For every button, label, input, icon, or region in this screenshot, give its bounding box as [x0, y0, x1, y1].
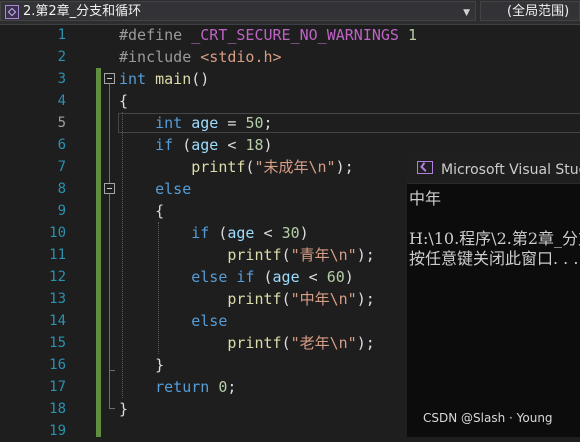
- code-line[interactable]: else: [119, 178, 191, 200]
- fold-end: [109, 370, 115, 371]
- project-icon: [5, 5, 19, 19]
- project-dropdown[interactable]: 2.第2章_分支和循环 ▼: [0, 1, 476, 21]
- change-tracking-bar: [96, 68, 101, 437]
- line-number: 1: [57, 27, 66, 43]
- line-number: 11: [49, 247, 66, 263]
- line-number-current: 5: [57, 115, 66, 131]
- line-number: 3: [57, 71, 66, 87]
- console-output-line: H:\10.程序\2.第2章_分支和循环: [409, 229, 580, 248]
- code-line[interactable]: return 0;: [119, 376, 236, 398]
- vs-console-icon: [417, 161, 433, 174]
- line-number: 18: [49, 401, 66, 417]
- code-line[interactable]: #include <stdio.h>: [119, 46, 282, 68]
- code-line[interactable]: printf("中年\n");: [119, 288, 374, 310]
- console-output-line: 中年: [409, 189, 442, 208]
- line-number: 16: [49, 357, 66, 373]
- fold-collapse-icon[interactable]: [104, 183, 115, 194]
- console-title: Microsoft Visual Studio 调试控制台: [441, 162, 580, 178]
- code-line[interactable]: int age = 50;: [119, 112, 272, 134]
- code-line[interactable]: {: [119, 200, 164, 222]
- line-number: 2: [57, 49, 66, 65]
- code-line[interactable]: if (age < 30): [119, 222, 308, 244]
- watermark: CSDN @Slash · Young: [423, 411, 553, 425]
- code-line[interactable]: }: [119, 354, 164, 376]
- code-line[interactable]: printf("青年\n");: [119, 244, 374, 266]
- code-line[interactable]: int main(): [119, 68, 209, 90]
- line-number: 7: [57, 159, 66, 175]
- code-line[interactable]: }: [119, 398, 128, 420]
- code-line[interactable]: #define _CRT_SECURE_NO_WARNINGS 1: [119, 24, 417, 46]
- console-title-bar[interactable]: Microsoft Visual Studio 调试控制台: [407, 153, 580, 184]
- fold-line: [109, 194, 110, 370]
- project-label: 2.第2章_分支和循环: [23, 4, 142, 19]
- code-line[interactable]: else: [119, 310, 227, 332]
- code-line[interactable]: {: [119, 90, 128, 112]
- console-output-line: 按任意键关闭此窗口. . .: [409, 249, 579, 268]
- fold-end: [109, 408, 115, 409]
- line-number: 15: [49, 335, 66, 351]
- code-line[interactable]: printf("老年\n");: [119, 332, 374, 354]
- code-line[interactable]: else if (age < 60): [119, 266, 354, 288]
- line-number: 8: [57, 181, 66, 197]
- line-number: 9: [57, 203, 66, 219]
- line-number: 13: [49, 291, 66, 307]
- navigation-bar: 2.第2章_分支和循环 ▼ (全局范围): [0, 0, 580, 25]
- line-number: 10: [49, 225, 66, 241]
- line-number: 12: [49, 269, 66, 285]
- line-number: 6: [57, 137, 66, 153]
- line-number: 19: [49, 423, 66, 439]
- code-line[interactable]: if (age < 18): [119, 134, 272, 156]
- line-number: 4: [57, 93, 66, 109]
- scope-label: (全局范围): [507, 4, 570, 19]
- scope-dropdown[interactable]: (全局范围): [480, 1, 580, 21]
- dropdown-arrow-icon[interactable]: ▼: [463, 3, 470, 23]
- line-number: 14: [49, 313, 66, 329]
- line-number: 17: [49, 379, 66, 395]
- debug-console-window[interactable]: Microsoft Visual Studio 调试控制台 中年 H:\10.程…: [407, 153, 580, 437]
- code-line[interactable]: printf("未成年\n");: [119, 156, 353, 178]
- fold-collapse-icon[interactable]: [104, 73, 115, 84]
